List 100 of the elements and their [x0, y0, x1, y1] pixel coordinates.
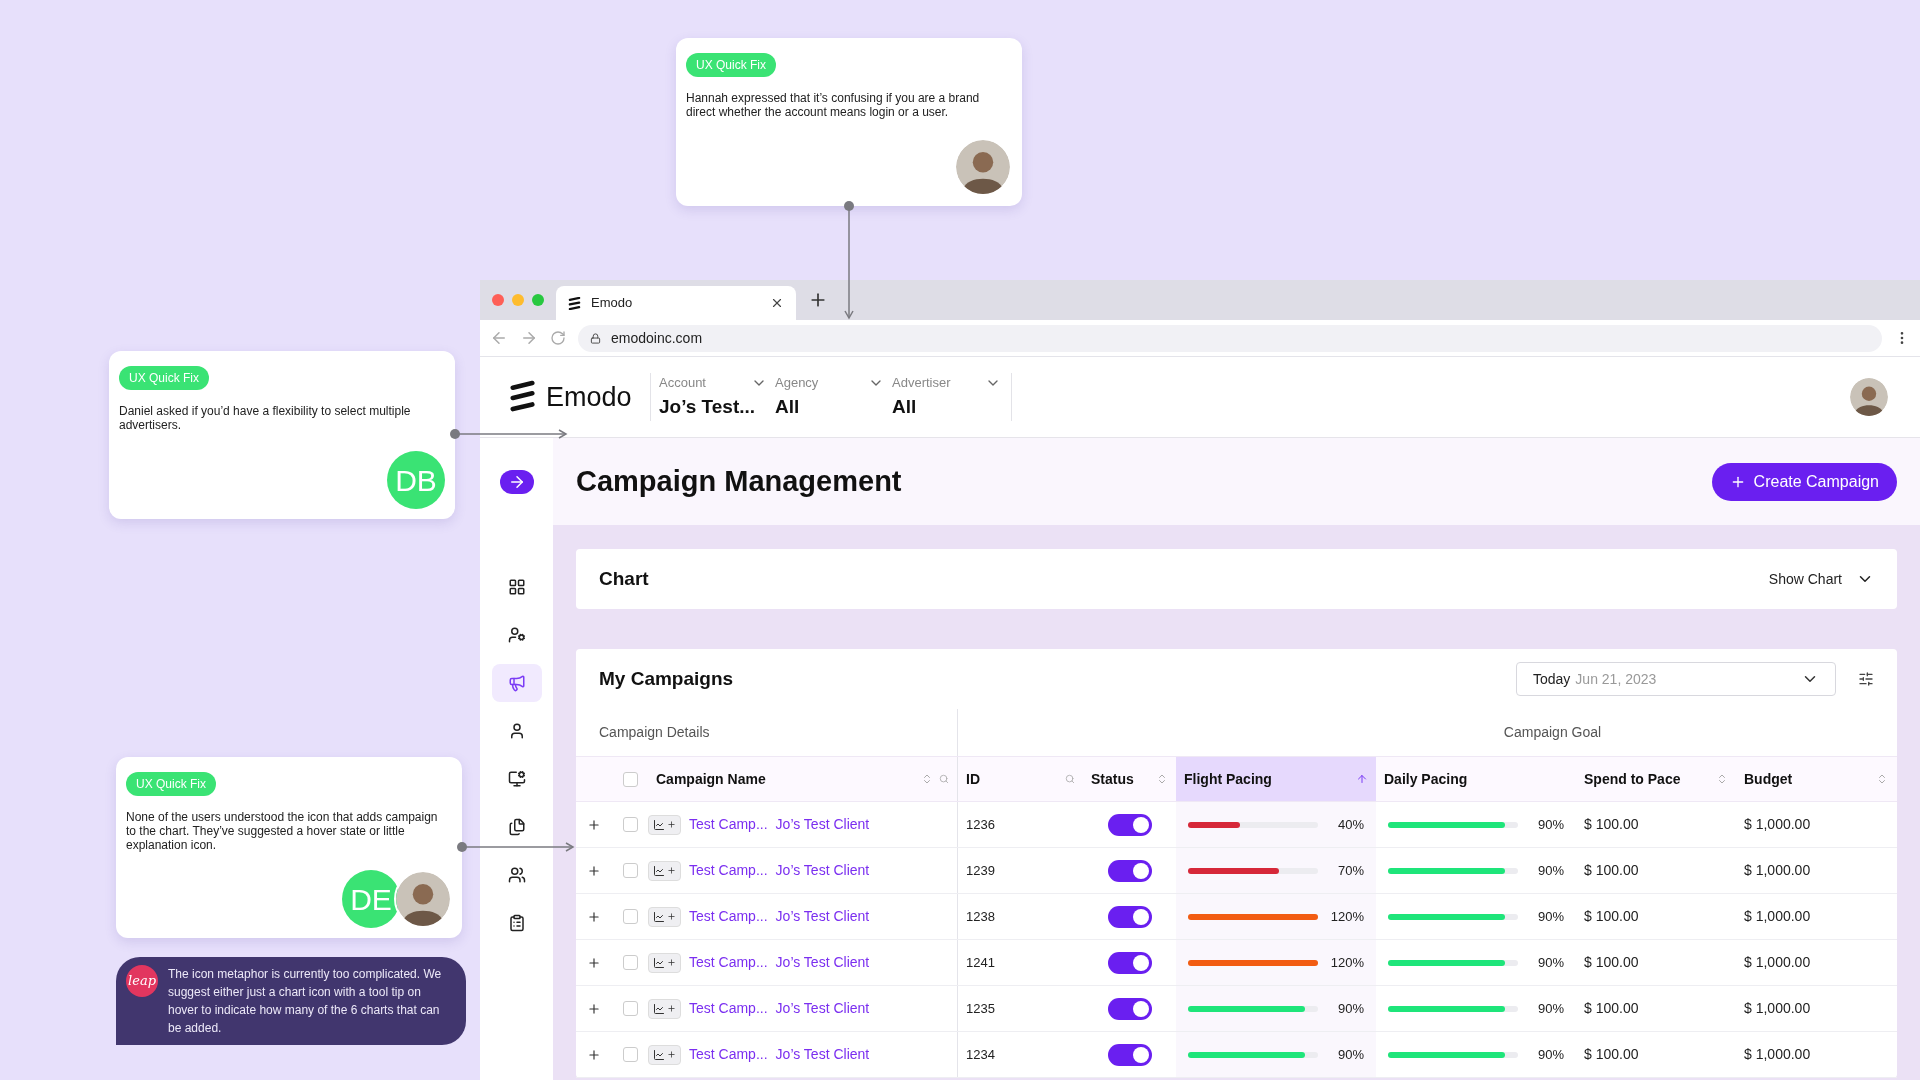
column-header[interactable]: Budget	[1736, 757, 1896, 801]
campaign-link[interactable]: Test Camp...	[689, 906, 768, 927]
filter-dropdown[interactable]: Account Jo’s Test...	[650, 373, 767, 421]
avatar-icon	[1848, 376, 1890, 418]
browser-tab[interactable]: Emodo	[556, 286, 796, 320]
plus-icon	[667, 1050, 676, 1059]
column-header[interactable]: Daily Pacing	[1376, 757, 1576, 801]
column-header[interactable]: Flight Pacing	[1176, 757, 1376, 801]
expand-row-icon[interactable]	[587, 909, 601, 924]
category-tag: UX Quick Fix	[119, 366, 209, 390]
client-link[interactable]: Jo’s Test Client	[775, 860, 870, 881]
page-title: Campaign Management	[576, 463, 902, 499]
campaign-link[interactable]: Test Camp...	[689, 1044, 768, 1065]
logo-icon	[510, 380, 536, 414]
create-campaign-button[interactable]: Create Campaign	[1711, 462, 1897, 501]
sort-icon	[1876, 773, 1888, 785]
chart-icon	[653, 818, 665, 831]
panel-title: My Campaigns	[599, 666, 735, 691]
budget-cell-text: $ 1,000.00	[1744, 953, 1811, 972]
row-checkbox[interactable]	[622, 955, 638, 970]
campaign-link[interactable]: Test Camp...	[689, 814, 768, 835]
logo-icon	[568, 296, 581, 310]
row-checkbox[interactable]	[622, 909, 638, 924]
id-cell-text: 1241	[966, 953, 995, 972]
plus-icon	[667, 820, 676, 829]
select-all-checkbox[interactable]	[622, 771, 638, 787]
date-dropdown[interactable]: Today Jun 21, 2023	[1516, 662, 1836, 696]
pacing-value: 90%	[1536, 815, 1564, 834]
clipboard-icon	[507, 914, 526, 932]
column-header[interactable]: ID	[958, 757, 1083, 801]
client-link[interactable]: Jo’s Test Client	[775, 998, 870, 1019]
add-to-chart-button[interactable]	[648, 1044, 681, 1065]
pacing-value: 70%	[1336, 861, 1364, 880]
comment-text: None of the users understood the icon that adds campaign to the chart. They’ve suggested a hover state or little explanation icon.	[126, 810, 439, 852]
campaign-link[interactable]: Test Camp...	[689, 952, 768, 973]
expand-row-icon[interactable]	[587, 1047, 601, 1062]
status-toggle[interactable]	[1107, 951, 1152, 974]
avatar-icon	[954, 138, 1012, 196]
grid-icon	[507, 578, 526, 596]
column-header[interactable]: Campaign Name	[648, 757, 958, 801]
spend-cell-text: $ 100.00	[1584, 999, 1639, 1018]
address-bar[interactable]: emodoinc.com	[578, 324, 1882, 352]
column-header[interactable]: Spend to Pace	[1576, 757, 1736, 801]
comment-text: Hannah expressed that it’s confusing if you are a brand direct whether the account means login or a user.	[686, 91, 981, 119]
pacing-value: 40%	[1336, 815, 1364, 834]
panel-title: Chart	[599, 566, 649, 591]
expand-row-icon[interactable]	[587, 863, 601, 878]
pacing-value: 90%	[1536, 953, 1564, 972]
filter-dropdown[interactable]: Advertiser All	[884, 373, 1001, 421]
people-icon	[507, 866, 526, 884]
id-cell-text: 1238	[966, 907, 995, 926]
status-toggle[interactable]	[1107, 1043, 1152, 1066]
sort-icon	[921, 773, 933, 785]
budget-cell-text: $ 1,000.00	[1744, 999, 1811, 1018]
spend-cell-text: $ 100.00	[1584, 1045, 1639, 1064]
budget-cell-text: $ 1,000.00	[1744, 907, 1811, 926]
avatar-icon	[394, 870, 452, 928]
expand-row-icon[interactable]	[587, 817, 601, 832]
client-link[interactable]: Jo’s Test Client	[775, 952, 870, 973]
add-to-chart-button[interactable]	[648, 906, 681, 927]
client-link[interactable]: Jo’s Test Client	[775, 814, 870, 835]
show-chart-toggle[interactable]: Show Chart	[1768, 568, 1874, 590]
row-checkbox[interactable]	[622, 1001, 638, 1016]
add-to-chart-button[interactable]	[648, 998, 681, 1019]
status-toggle[interactable]	[1107, 905, 1152, 928]
row-checkbox[interactable]	[622, 863, 638, 878]
status-toggle[interactable]	[1107, 813, 1152, 836]
megaphone-icon	[507, 674, 526, 692]
comment-text: Daniel asked if you’d have a flexibility to select multiple advertisers.	[119, 404, 412, 432]
row-checkbox[interactable]	[622, 1047, 638, 1062]
campaign-link[interactable]: Test Camp...	[689, 860, 768, 881]
expand-row-icon[interactable]	[587, 955, 601, 970]
expand-button[interactable]	[499, 470, 534, 494]
add-to-chart-button[interactable]	[648, 952, 681, 973]
status-toggle[interactable]	[1107, 859, 1152, 882]
settings-icon[interactable]	[1858, 671, 1874, 687]
spend-cell-text: $ 100.00	[1584, 815, 1639, 834]
campaign-link[interactable]: Test Camp...	[689, 998, 768, 1019]
budget-cell-text: $ 1,000.00	[1744, 815, 1811, 834]
row-checkbox[interactable]	[622, 817, 638, 832]
client-link[interactable]: Jo’s Test Client	[775, 1044, 870, 1065]
id-cell-text: 1236	[966, 815, 995, 834]
chart-icon	[653, 1048, 665, 1061]
pacing-value: 90%	[1536, 907, 1564, 926]
add-to-chart-button[interactable]	[648, 860, 681, 881]
pacing-value: 90%	[1536, 1045, 1564, 1064]
close-icon[interactable]	[770, 296, 784, 310]
filter-dropdown[interactable]: Agency All	[767, 373, 884, 421]
add-to-chart-button[interactable]	[648, 814, 681, 835]
status-toggle[interactable]	[1107, 997, 1152, 1020]
monitor-icon	[507, 770, 526, 788]
brand-name: Emodo	[546, 380, 632, 414]
plus-icon	[667, 912, 676, 921]
client-link[interactable]: Jo’s Test Client	[775, 906, 870, 927]
column-header[interactable]: Status	[1083, 757, 1176, 801]
expand-row-icon[interactable]	[587, 1001, 601, 1016]
files-icon	[507, 818, 526, 836]
spend-cell-text: $ 100.00	[1584, 861, 1639, 880]
id-cell-text: 1235	[966, 999, 995, 1018]
category-tag: UX Quick Fix	[126, 772, 216, 796]
